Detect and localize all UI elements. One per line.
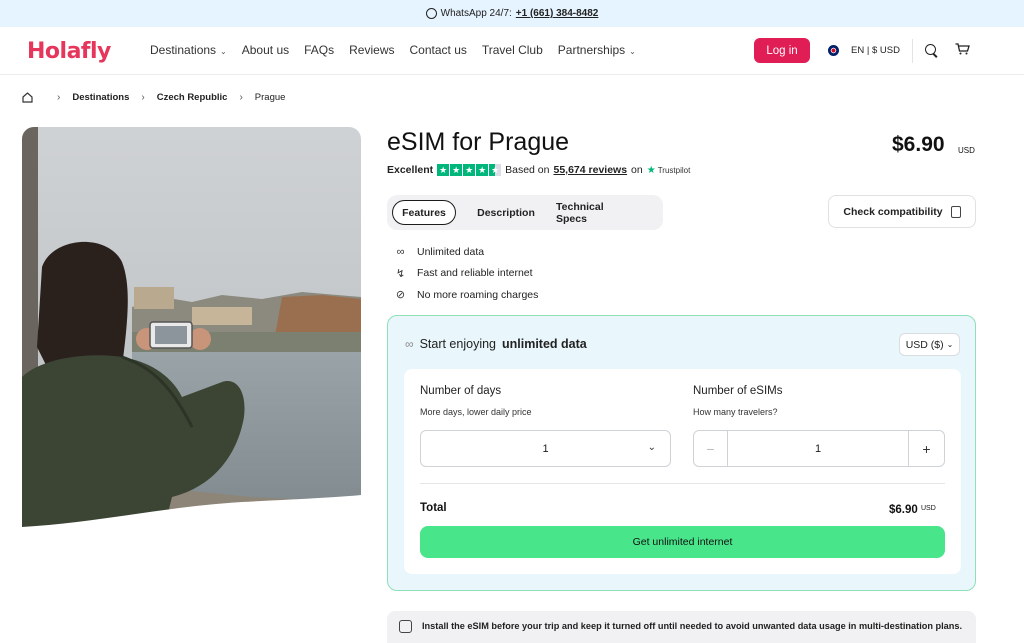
get-unlimited-internet-button[interactable]: Get unlimited internet <box>420 526 945 558</box>
tab-features[interactable]: Features <box>392 200 456 225</box>
install-notice-text: Install the eSIM before your trip and ke… <box>422 621 963 631</box>
infinity-icon: ∞ <box>405 337 414 351</box>
plan-heading-bold: unlimited data <box>502 337 587 351</box>
on-text: on <box>631 164 643 176</box>
chevron-down-icon: ⌄ <box>629 47 636 56</box>
currency-value: USD ($) <box>905 338 944 351</box>
breadcrumb-destinations[interactable]: Destinations <box>72 92 129 103</box>
product-title: eSIM for Prague <box>387 128 570 156</box>
feature-item: ⊘ No more roaming charges <box>394 284 539 306</box>
whatsapp-label: WhatsApp 24/7: <box>440 8 512 19</box>
trustpilot-star-icon: ★ <box>646 164 656 176</box>
product-price: $6.90 <box>892 133 945 156</box>
price-currency: USD <box>958 146 975 155</box>
breadcrumb-czech-republic[interactable]: Czech Republic <box>157 92 228 103</box>
divider <box>420 483 945 484</box>
esims-sublabel: How many travelers? <box>693 407 778 417</box>
feature-item: ↯ Fast and reliable internet <box>394 263 538 285</box>
nav-travel-club[interactable]: Travel Club <box>482 43 543 57</box>
breadcrumb-current: Prague <box>254 92 286 103</box>
days-select[interactable]: 1 ⌄ <box>420 430 671 467</box>
chevron-down-icon: ⌄ <box>647 442 656 453</box>
trustpilot-rating: Excellent ★ ★ ★ ★ ★ Based on 55,674 revi… <box>387 164 690 176</box>
based-on-text: Based on <box>505 164 550 176</box>
hero-photo <box>22 127 361 537</box>
chevron-down-icon: ⌄ <box>220 47 227 56</box>
esims-label: Number of eSIMs <box>693 385 783 397</box>
feature-list: ∞ Unlimited data ↯ Fast and reliable int… <box>394 241 539 306</box>
tab-technical-specs[interactable]: Technical Specs <box>556 200 634 225</box>
plan-panel: ∞ Start enjoying unlimited data USD ($) … <box>387 315 976 591</box>
total-label: Total <box>420 502 447 514</box>
decrement-button[interactable]: − <box>694 431 728 466</box>
no-roaming-icon: ⊘ <box>395 289 406 302</box>
days-value: 1 <box>542 442 549 455</box>
esims-value[interactable]: 1 <box>728 443 908 455</box>
feature-text: Fast and reliable internet <box>417 267 533 280</box>
nav-about-us[interactable]: About us <box>242 43 289 57</box>
chevron-down-icon: ⌄ <box>946 340 954 349</box>
whatsapp-icon <box>425 8 437 19</box>
cart-icon[interactable] <box>955 43 970 55</box>
login-button[interactable]: Log in <box>754 38 810 63</box>
increment-button[interactable]: + <box>908 431 944 466</box>
install-notice: Install the eSIM before your trip and ke… <box>387 611 976 643</box>
nav-faqs[interactable]: FAQs <box>304 43 334 57</box>
feature-text: No more roaming charges <box>417 288 539 301</box>
days-label: Number of days <box>420 385 502 397</box>
rating-word: Excellent <box>387 164 434 176</box>
nav-reviews[interactable]: Reviews <box>349 43 394 57</box>
plan-heading-prefix: Start enjoying <box>419 337 496 351</box>
nav-partnerships[interactable]: Partnerships ⌄ <box>558 43 636 57</box>
hand-tap-icon <box>399 620 412 633</box>
holafly-logo[interactable]: Holafly <box>27 39 111 64</box>
product-tabs: Features Description Technical Specs <box>387 195 663 230</box>
locale-selector[interactable]: EN | $ USD <box>851 45 900 56</box>
main-nav: Destinations ⌄ About us FAQs Reviews Cont… <box>150 43 636 57</box>
nav-contact-us[interactable]: Contact us <box>410 43 467 57</box>
uk-flag-icon[interactable] <box>828 45 839 56</box>
feature-text: Unlimited data <box>417 245 485 258</box>
star-icon: ★ <box>476 164 489 176</box>
site-header: Holafly Destinations ⌄ About us FAQs Revi… <box>0 27 1024 75</box>
nav-destinations[interactable]: Destinations ⌄ <box>150 43 227 57</box>
star-icon: ★ <box>463 164 476 176</box>
chevron-right-icon: › <box>57 92 61 103</box>
star-half-icon: ★ <box>489 164 502 176</box>
lightning-icon: ↯ <box>395 267 406 280</box>
chevron-right-icon: › <box>141 92 145 103</box>
top-contact-bar: WhatsApp 24/7: +1 (661) 384-8482 <box>0 0 1024 27</box>
star-icon: ★ <box>437 164 450 176</box>
feature-item: ∞ Unlimited data <box>394 241 538 263</box>
check-compatibility-label: Check compatibility <box>843 205 943 218</box>
review-count-link[interactable]: 55,674 reviews <box>553 164 627 176</box>
plan-heading: ∞ Start enjoying unlimited data <box>405 337 587 351</box>
total-currency: USD <box>921 505 936 512</box>
currency-select[interactable]: USD ($) ⌄ <box>899 333 960 356</box>
total-value: $6.90 <box>889 504 918 516</box>
plan-config-card: Number of days More days, lower daily pr… <box>404 369 961 574</box>
chevron-right-icon: › <box>239 92 243 103</box>
infinity-icon: ∞ <box>396 245 405 258</box>
header-divider <box>912 39 913 63</box>
tab-description[interactable]: Description <box>456 200 556 225</box>
search-icon[interactable] <box>925 44 936 55</box>
phone-check-icon <box>950 205 961 218</box>
check-compatibility-button[interactable]: Check compatibility <box>828 195 976 228</box>
breadcrumb: › Destinations › Czech Republic › Prague <box>22 92 285 103</box>
rating-stars: ★ ★ ★ ★ ★ <box>437 164 502 176</box>
trustpilot-logo[interactable]: ★ Trustpilot <box>647 165 691 176</box>
esims-stepper: − 1 + <box>693 430 945 467</box>
whatsapp-phone-link[interactable]: +1 (661) 384-8482 <box>516 8 599 19</box>
home-icon[interactable] <box>22 92 33 103</box>
days-sublabel: More days, lower daily price <box>420 407 532 417</box>
star-icon: ★ <box>450 164 463 176</box>
